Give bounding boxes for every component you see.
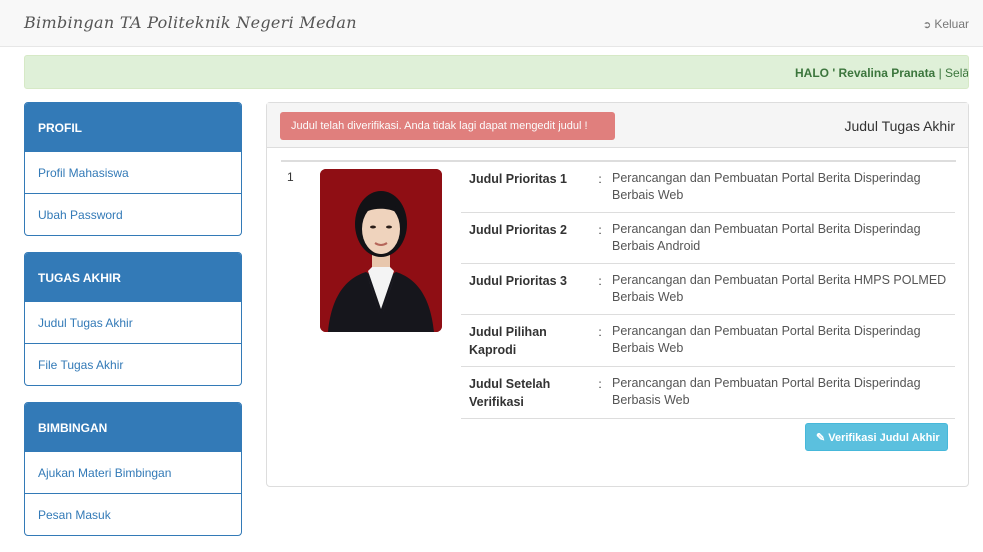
top-navbar: Bimbingan TA Politeknik Negeri Medan ➲ Ke…: [0, 0, 983, 47]
detail-value: Perancangan dan Pembuatan Portal Berita …: [612, 324, 921, 355]
logout-link[interactable]: ➲ Keluar: [923, 17, 969, 31]
greeting-text: HALO ' Revalina Pranata | Selā: [795, 66, 969, 80]
greeting-bar: HALO ' Revalina Pranata | Selā: [24, 55, 969, 89]
detail-value: Perancangan dan Pembuatan Portal Berita …: [612, 171, 921, 202]
detail-label: Judul Prioritas 2: [469, 223, 567, 237]
sidebar-item-file-tugas-akhir[interactable]: File Tugas Akhir: [25, 343, 241, 385]
row-number: 1: [287, 170, 294, 184]
table-row: Judul Pilihan Kaprodi : Perancangan dan …: [461, 315, 955, 367]
sidebar-item-ajukan-materi[interactable]: Ajukan Materi Bimbingan: [25, 451, 241, 493]
detail-label: Judul Prioritas 3: [469, 274, 567, 288]
greeting-suffix: | Selā: [935, 66, 969, 80]
table-row: Judul Prioritas 2 : Perancangan dan Pemb…: [461, 213, 955, 264]
sidebar-heading-tugas-akhir: TUGAS AKHIR: [25, 253, 241, 301]
sidebar-heading-profil: PROFIL: [25, 103, 241, 151]
sidebar-item-judul-tugas-akhir[interactable]: Judul Tugas Akhir: [25, 301, 241, 343]
detail-colon: :: [598, 274, 602, 288]
detail-label: Judul Prioritas 1: [469, 172, 567, 186]
table-row: Judul Prioritas 3 : Perancangan dan Pemb…: [461, 264, 955, 315]
detail-colon: :: [598, 172, 602, 186]
judul-panel-heading: Judul telah diverifikasi. Anda tidak lag…: [267, 103, 968, 148]
table-row: Judul Setelah Verifikasi : Perancangan d…: [461, 367, 955, 419]
sidebar-item-ubah-password[interactable]: Ubah Password: [25, 193, 241, 235]
brand-title[interactable]: Bimbingan TA Politeknik Negeri Medan: [24, 13, 357, 32]
page-title: Judul Tugas Akhir: [844, 118, 955, 134]
verify-title-button[interactable]: ✎ Verifikasi Judul Akhir: [805, 423, 948, 451]
verified-warning-alert: Judul telah diverifikasi. Anda tidak lag…: [280, 112, 615, 140]
detail-value: Perancangan dan Pembuatan Portal Berita …: [612, 273, 947, 304]
detail-colon: :: [598, 325, 602, 339]
logout-label: Keluar: [934, 17, 969, 31]
sidebar-item-profil-mahasiswa[interactable]: Profil Mahasiswa: [25, 151, 241, 193]
detail-value: Perancangan dan Pembuatan Portal Berita …: [612, 376, 921, 407]
detail-label: Judul Setelah Verifikasi: [469, 377, 551, 409]
detail-label: Judul Pilihan Kaprodi: [469, 325, 547, 357]
sidebar-panel-tugas-akhir: TUGAS AKHIR Judul Tugas Akhir File Tugas…: [24, 252, 242, 386]
sign-out-icon: ➲: [922, 20, 932, 31]
judul-detail-table: Judul Prioritas 1 : Perancangan dan Pemb…: [461, 162, 955, 419]
detail-colon: :: [598, 223, 602, 237]
detail-colon: :: [598, 377, 602, 391]
sidebar-panel-bimbingan: BIMBINGAN Ajukan Materi Bimbingan Pesan …: [24, 402, 242, 536]
verify-button-label: Verifikasi Judul Akhir: [828, 432, 940, 444]
edit-icon: ✎: [816, 432, 826, 444]
sidebar: PROFIL Profil Mahasiswa Ubah Password TU…: [24, 102, 242, 552]
sidebar-item-pesan-masuk[interactable]: Pesan Masuk: [25, 493, 241, 535]
student-photo: [320, 169, 442, 332]
table-row: Judul Prioritas 1 : Perancangan dan Pemb…: [461, 162, 955, 213]
detail-value: Perancangan dan Pembuatan Portal Berita …: [612, 222, 921, 253]
sidebar-heading-bimbingan: BIMBINGAN: [25, 403, 241, 451]
sidebar-panel-profil: PROFIL Profil Mahasiswa Ubah Password: [24, 102, 242, 236]
greeting-name: HALO ' Revalina Pranata: [795, 66, 936, 80]
